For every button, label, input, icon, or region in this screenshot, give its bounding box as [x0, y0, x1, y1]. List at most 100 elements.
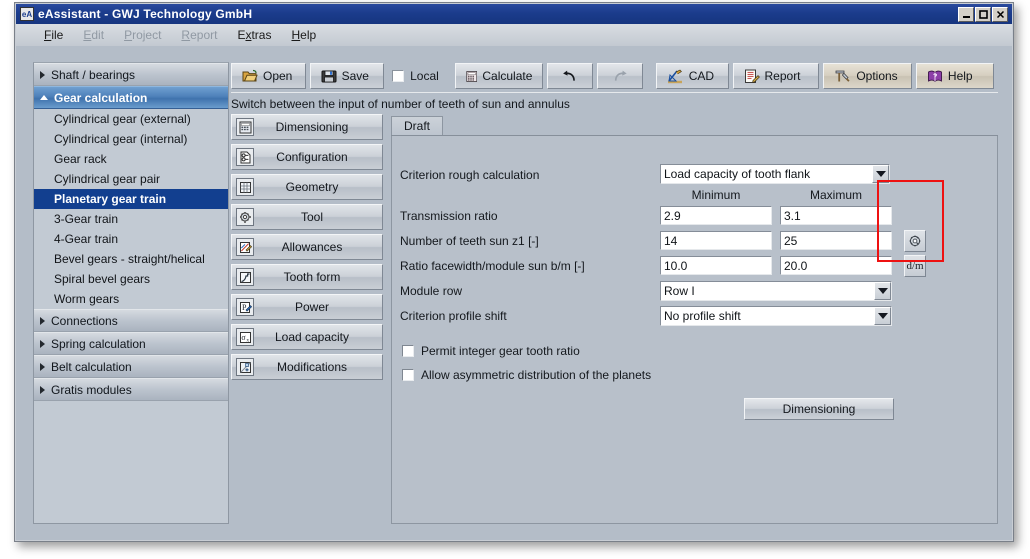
profile-shift-select[interactable]: No profile shift: [660, 306, 892, 326]
chevron-down-icon: [40, 95, 48, 100]
sidebar-item-4-gear-train[interactable]: 4-Gear train: [34, 229, 228, 249]
sidebar-item-label: Cylindrical gear pair: [54, 172, 160, 186]
tooth-profile-icon: [236, 268, 254, 286]
section-button-allowances[interactable]: Allowances: [231, 234, 383, 260]
chevron-down-icon[interactable]: [874, 282, 891, 300]
transmission-ratio-max-input[interactable]: 3.1: [780, 206, 892, 225]
report-button[interactable]: Report: [733, 63, 820, 89]
options-button-label: Options: [856, 69, 897, 83]
sidebar-group-shaft-bearings[interactable]: Shaft / bearings: [34, 63, 228, 86]
sidebar-item-cylindrical-gear-external[interactable]: Cylindrical gear (external): [34, 109, 228, 129]
section-button-tooth-form[interactable]: Tooth form: [231, 264, 383, 290]
sidebar-item-cylindrical-gear-internal[interactable]: Cylindrical gear (internal): [34, 129, 228, 149]
section-button-load-capacity[interactable]: σx Load capacity: [231, 324, 383, 350]
save-button[interactable]: Save: [310, 63, 385, 89]
chevron-right-icon: [40, 340, 45, 348]
section-button-geometry[interactable]: Geometry: [231, 174, 383, 200]
teeth-sun-label: Number of teeth sun z1 [-]: [400, 234, 539, 248]
options-button[interactable]: Options: [823, 63, 912, 89]
sidebar-item-spiral-bevel-gears[interactable]: Spiral bevel gears: [34, 269, 228, 289]
open-button-label: Open: [263, 69, 292, 83]
section-button-configuration[interactable]: Configuration: [231, 144, 383, 170]
sidebar-item-planetary-gear-train[interactable]: Planetary gear train: [34, 189, 228, 209]
teeth-sun-max-input[interactable]: 25: [780, 231, 892, 250]
menu-item-report[interactable]: Report: [171, 26, 227, 44]
permit-integer-ratio-checkbox[interactable]: Permit integer gear tooth ratio: [402, 344, 580, 358]
sidebar-item-label: Cylindrical gear (external): [54, 112, 191, 126]
chevron-down-icon[interactable]: [872, 165, 889, 183]
local-checkbox[interactable]: Local: [388, 69, 451, 83]
menu-item-file[interactable]: FFileile: [34, 26, 73, 44]
chart-pencil-icon: [236, 238, 254, 256]
chevron-down-icon[interactable]: [874, 307, 891, 325]
calculate-button[interactable]: Calculate: [455, 63, 544, 89]
sidebar-item-label: Gear rack: [54, 152, 107, 166]
facewidth-ratio-max-input[interactable]: 20.0: [780, 256, 892, 275]
transmission-ratio-min-input[interactable]: 2.9: [660, 206, 772, 225]
window-title: eAssistant - GWJ Technology GmbH: [38, 7, 252, 21]
sigma-x-icon: σx: [236, 328, 254, 346]
report-icon: [744, 69, 760, 84]
power-pencil-icon: P: [236, 298, 254, 316]
transmission-ratio-label: Transmission ratio: [400, 209, 498, 223]
sidebar-group-belt-calculation[interactable]: Belt calculation: [34, 355, 228, 378]
tab-label: Draft: [404, 119, 430, 133]
sidebar-group-label: Spring calculation: [51, 337, 146, 351]
sidebar-item-3-gear-train[interactable]: 3-Gear train: [34, 209, 228, 229]
section-button-dimensioning[interactable]: Dimensioning: [231, 114, 383, 140]
help-button[interactable]: Help: [916, 63, 994, 89]
cad-icon: [667, 69, 684, 84]
sidebar-item-gear-rack[interactable]: Gear rack: [34, 149, 228, 169]
menu-item-extras[interactable]: Extras: [227, 26, 281, 44]
config-doc-icon: [236, 148, 254, 166]
sidebar-item-label: 3-Gear train: [54, 212, 118, 226]
profile-shift-label-row: Criterion profile shift: [400, 309, 507, 323]
sidebar-group-gratis-modules[interactable]: Gratis modules: [34, 378, 228, 401]
module-row-value: Row I: [661, 284, 874, 298]
sidebar-item-cylindrical-gear-pair[interactable]: Cylindrical gear pair: [34, 169, 228, 189]
section-button-tool[interactable]: Tool: [231, 204, 383, 230]
sidebar-group-connections[interactable]: Connections: [34, 309, 228, 332]
facewidth-ratio-min-input[interactable]: 10.0: [660, 256, 772, 275]
tab-draft[interactable]: Draft: [391, 116, 443, 136]
menu-item-project[interactable]: Project: [114, 26, 171, 44]
allow-asymmetric-checkbox[interactable]: Allow asymmetric distribution of the pla…: [402, 368, 651, 382]
menu-item-help[interactable]: Help: [281, 26, 326, 44]
sidebar-group-gear-calculation[interactable]: Gear calculation: [34, 86, 228, 109]
maximize-icon[interactable]: [975, 7, 991, 22]
section-button-power[interactable]: P Power: [231, 294, 383, 320]
dimensioning-button-label: Dimensioning: [783, 402, 856, 416]
svg-text:x: x: [246, 337, 249, 343]
menu-bar: FFileile Edit Project Report Extras Help: [16, 24, 1012, 46]
minimize-icon[interactable]: [958, 7, 974, 22]
allow-asymmetric-label: Allow asymmetric distribution of the pla…: [421, 368, 651, 382]
sidebar-item-worm-gears[interactable]: Worm gears: [34, 289, 228, 309]
cad-button[interactable]: CAD: [656, 63, 729, 89]
open-button[interactable]: Open: [231, 63, 306, 89]
report-button-label: Report: [765, 69, 801, 83]
application-window: eA eAssistant - GWJ Technology GmbH FFil…: [14, 2, 1014, 542]
permit-integer-ratio-label: Permit integer gear tooth ratio: [421, 344, 580, 358]
criterion-rough-select[interactable]: Load capacity of tooth flank: [660, 164, 890, 184]
annulus-toggle-button[interactable]: [904, 230, 926, 252]
sidebar-item-label: Cylindrical gear (internal): [54, 132, 187, 146]
main-area: Open Save Local: [231, 62, 998, 524]
close-icon[interactable]: [992, 7, 1008, 22]
sidebar-group-label: Gratis modules: [51, 383, 132, 397]
dimensioning-button[interactable]: Dimensioning: [744, 398, 894, 420]
module-row-select[interactable]: Row I: [660, 281, 892, 301]
redo-button[interactable]: [597, 63, 643, 89]
teeth-sun-label-row: Number of teeth sun z1 [-]: [400, 234, 539, 248]
menu-item-edit[interactable]: Edit: [73, 26, 114, 44]
help-book-icon: [927, 69, 943, 84]
sidebar-item-bevel-gears[interactable]: Bevel gears - straight/helical: [34, 249, 228, 269]
chevron-right-icon: [40, 317, 45, 325]
section-button-modifications[interactable]: Modifications: [231, 354, 383, 380]
teeth-sun-min-input[interactable]: 14: [660, 231, 772, 250]
section-button-label: Configuration: [258, 150, 382, 164]
sidebar-item-label: 4-Gear train: [54, 232, 118, 246]
section-button-label: Geometry: [258, 180, 382, 194]
dm-ratio-button[interactable]: d/m: [904, 255, 926, 277]
sidebar-group-spring-calculation[interactable]: Spring calculation: [34, 332, 228, 355]
undo-button[interactable]: [547, 63, 593, 89]
